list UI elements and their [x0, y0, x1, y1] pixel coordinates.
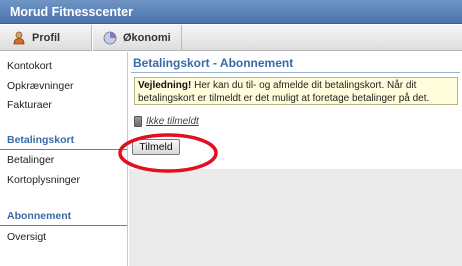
- sidebar-heading-abonnement: Abonnement: [7, 210, 72, 222]
- title-divider: [131, 72, 460, 73]
- card-status: Ikke tilmeldt: [134, 114, 199, 128]
- sidebar-divider: [0, 225, 127, 226]
- sidebar-heading-betalingskort: Betalingskort: [7, 134, 75, 146]
- app-title: Morud Fitnesscenter: [10, 5, 133, 19]
- card-icon: [134, 115, 142, 127]
- sidebar-item-fakturaer[interactable]: Fakturaer: [7, 99, 52, 111]
- tab-profil-label: Profil: [32, 32, 61, 44]
- sidebar-item-kortoplysninger[interactable]: Kortoplysninger: [7, 174, 80, 186]
- sidebar: Kontokort Opkrævninger Fakturaer Betalin…: [0, 52, 128, 266]
- sidebar-item-betalinger[interactable]: Betalinger: [7, 154, 54, 166]
- content-panel: Betalingskort - Abonnement Vejledning! H…: [129, 52, 462, 169]
- card-status-text: Ikke tilmeldt: [146, 115, 199, 127]
- app-titlebar: Morud Fitnesscenter: [0, 0, 462, 24]
- tilmeld-button[interactable]: Tilmeld: [132, 139, 180, 155]
- page-title: Betalingskort - Abonnement: [133, 56, 294, 70]
- user-icon: [12, 31, 26, 45]
- guide-label: Vejledning!: [138, 80, 192, 91]
- sidebar-divider: [0, 149, 127, 150]
- top-tab-bar: Profil Økonomi: [0, 25, 462, 51]
- tab-okonomi[interactable]: Økonomi: [92, 25, 182, 51]
- tab-okonomi-label: Økonomi: [123, 32, 171, 44]
- sidebar-item-opkraevninger[interactable]: Opkrævninger: [7, 80, 74, 92]
- guide-box: Vejledning! Her kan du til- og afmelde d…: [134, 77, 458, 105]
- finance-icon: [103, 31, 117, 45]
- main-content: Betalingskort - Abonnement Vejledning! H…: [129, 52, 462, 266]
- sidebar-item-oversigt[interactable]: Oversigt: [7, 231, 46, 243]
- tab-profil[interactable]: Profil: [0, 25, 92, 51]
- sidebar-item-kontokort[interactable]: Kontokort: [7, 60, 52, 72]
